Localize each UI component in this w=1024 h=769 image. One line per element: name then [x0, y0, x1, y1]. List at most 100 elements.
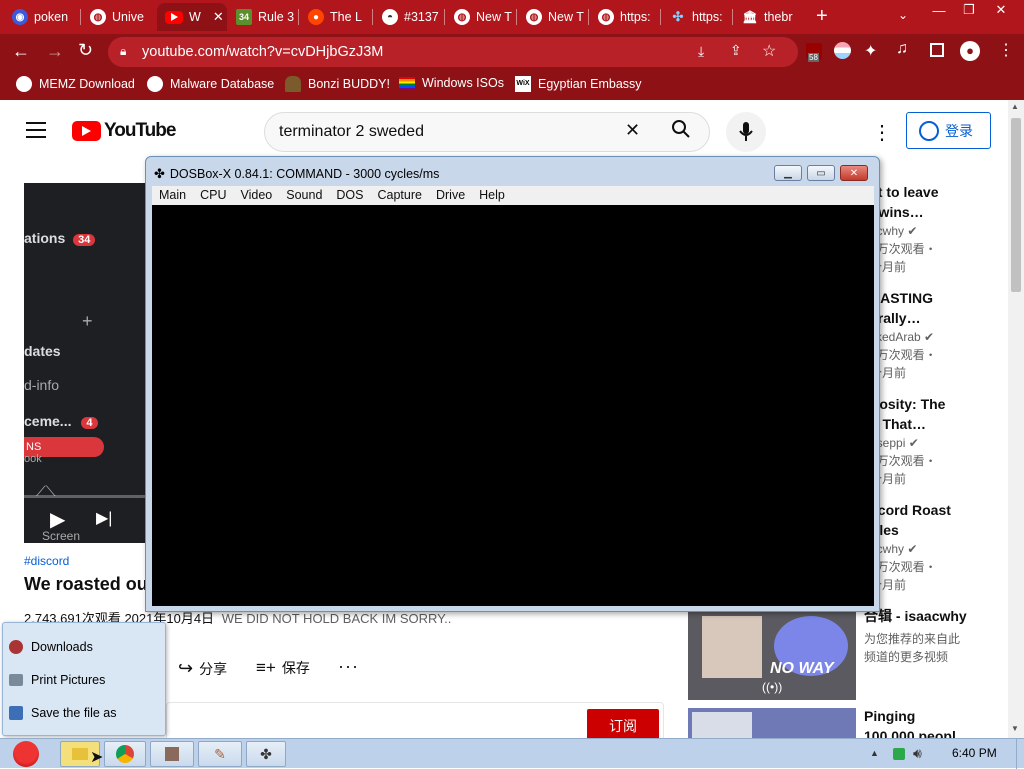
scrollbar-thumb[interactable] — [1011, 118, 1021, 292]
dosbox-app-icon: ✤ — [260, 745, 272, 762]
tab-rule[interactable]: 34 Rule 3 — [228, 3, 298, 31]
menu-sound[interactable]: Sound — [279, 186, 329, 205]
install-icon[interactable]: ⤓ — [698, 43, 704, 60]
tab-label: Unive — [112, 10, 144, 24]
menu-video[interactable]: Video — [234, 186, 280, 205]
menu-help[interactable]: Help — [472, 186, 512, 205]
folder-icon — [72, 748, 88, 760]
side-panel-icon[interactable] — [930, 43, 944, 57]
menu-item-print-pictures[interactable]: Print Pictures — [9, 668, 105, 692]
address-bar[interactable]: 🔒︎ youtube.com/watch?v=cvDHjbGzJ3M ⤓ ⇪ ☆ — [108, 37, 798, 67]
video-player[interactable]: ations 34 + dates d-info ceme... 4 NS oo… — [24, 183, 154, 543]
bookmark-windows-isos[interactable]: Windows ISOs — [399, 76, 504, 90]
description-preview[interactable]: WE DID NOT HOLD BACK IM SORRY.. — [222, 611, 452, 626]
tab-new-1[interactable]: ◍ New T — [446, 3, 516, 31]
menu-main[interactable]: Main — [152, 186, 193, 205]
dosbox-window[interactable]: ✤ DOSBox-X 0.84.1: COMMAND - 3000 cycles… — [145, 156, 880, 612]
tab-youtube-active[interactable]: W ✕ — [157, 3, 227, 31]
profile-avatar-icon[interactable]: ● — [960, 41, 980, 61]
scroll-up-arrow-icon[interactable]: ▲ — [1011, 102, 1019, 111]
dosbox-titlebar[interactable]: ✤ DOSBox-X 0.84.1: COMMAND - 3000 cycles… — [154, 166, 439, 182]
menu-item-downloads[interactable]: Downloads — [9, 635, 93, 659]
dosbox-close-button[interactable]: ✕ — [840, 165, 868, 181]
share-button[interactable]: ↪ 分享 — [178, 658, 227, 679]
clear-search-icon[interactable]: ✕ — [625, 120, 640, 141]
subscribe-button[interactable]: 订阅 — [587, 709, 659, 738]
recommendation-item[interactable]: scord Roast ttles acwhy ✔ 9万次观看・ 个月前 — [870, 500, 951, 594]
tab-new-2[interactable]: ◍ New T — [518, 3, 588, 31]
new-tab-plus-icon[interactable]: + — [816, 5, 828, 28]
dosbox-maximize-button[interactable]: ▭ — [807, 165, 835, 181]
media-control-icon[interactable]: ♫ — [896, 40, 908, 58]
menu-dos[interactable]: DOS — [329, 186, 370, 205]
start-button[interactable] — [4, 739, 48, 769]
minimize-window-button[interactable]: — — [922, 0, 956, 20]
bookmark-egyptian-embassy[interactable]: WiX Egyptian Embassy — [515, 76, 642, 92]
forward-arrow-icon[interactable]: → — [46, 41, 64, 62]
tab-reddit[interactable]: ● The L — [300, 3, 372, 31]
ublock-extension-icon[interactable]: 58 — [806, 43, 822, 62]
printer-icon — [9, 674, 23, 686]
bookmark-star-icon[interactable]: ☆ — [762, 41, 776, 61]
flag-extension-icon[interactable] — [834, 42, 851, 59]
video-hashtag-link[interactable]: #discord — [24, 554, 69, 568]
next-video-icon[interactable]: ▶| — [96, 508, 112, 528]
mix-subtitle: 为您推荐的来自此 — [864, 632, 961, 646]
tab-https-2[interactable]: ✣ https: — [662, 3, 732, 31]
settings-kebab-icon[interactable]: ⋮ — [872, 120, 892, 145]
bookmark-bonzi[interactable]: Bonzi BUDDY! — [285, 76, 390, 92]
save-button[interactable]: ≡+ 保存 — [256, 658, 310, 678]
menu-capture[interactable]: Capture — [371, 186, 429, 205]
dosbox-menubar: Main CPU Video Sound DOS Capture Drive H… — [152, 186, 874, 205]
search-input[interactable]: terminator 2 sweded ✕ — [264, 112, 710, 152]
menu-item-save-file[interactable]: Save the file as — [9, 701, 116, 725]
voice-search-mic-icon[interactable] — [726, 112, 766, 152]
recommendation-item[interactable]: st to leave : wins… acwhy ✔ 0万次观看・ 个月前 — [870, 182, 938, 276]
share-icon[interactable]: ⇪ — [730, 42, 742, 59]
reload-icon[interactable]: ↻ — [78, 40, 93, 61]
dosbox-screen[interactable] — [152, 205, 874, 606]
bookmark-memz[interactable]: MEMZ Download — [16, 76, 135, 92]
page-scrollbar[interactable]: ▲ ▼ — [1008, 100, 1024, 738]
tab-search-chevron-icon[interactable]: ⌄ — [898, 8, 908, 22]
next-thumbnail[interactable] — [688, 708, 856, 738]
tab-label: Rule 3 — [258, 10, 295, 24]
scroll-down-arrow-icon[interactable]: ▼ — [1011, 724, 1019, 733]
browser-menu-kebab-icon[interactable]: ⋮ — [998, 40, 1014, 60]
tab-github[interactable]: ◓ #3137 — [374, 3, 444, 31]
search-query-text: terminator 2 sweded — [279, 123, 424, 140]
restore-window-button[interactable]: ❐ — [952, 0, 986, 20]
show-desktop-button[interactable] — [1016, 739, 1024, 769]
youtube-logo[interactable]: YouTube — [72, 120, 176, 142]
recommendation-item[interactable]: riosity: The p That… eseppi ✔ 1万次观看・ 个月前 — [870, 394, 945, 488]
taskbar-app-1[interactable] — [150, 741, 194, 767]
hamburger-menu-icon[interactable] — [26, 122, 46, 138]
tab-https-1[interactable]: ◍ https: — [590, 3, 660, 31]
tab-thebr[interactable]: 🏛 thebr — [734, 3, 804, 31]
extensions-puzzle-icon[interactable]: ✦ — [864, 41, 877, 61]
search-icon[interactable] — [671, 119, 690, 138]
taskbar-dosbox[interactable]: ✤ — [246, 741, 286, 767]
sign-in-button[interactable]: 登录 — [906, 112, 991, 149]
mix-thumbnail[interactable]: NO WAY ((•)) — [688, 610, 856, 700]
taskbar-clock[interactable]: 6:40 PM — [952, 746, 997, 760]
progress-bar[interactable] — [24, 495, 154, 498]
close-window-button[interactable]: ✕ — [984, 0, 1018, 20]
dosbox-minimize-button[interactable]: ▁ — [774, 165, 802, 181]
back-arrow-icon[interactable]: ← — [12, 41, 30, 62]
menu-drive[interactable]: Drive — [429, 186, 472, 205]
taskbar-app-2[interactable]: ✎ — [198, 741, 242, 767]
volume-icon[interactable]: 🔊︎ — [913, 745, 922, 762]
next-video-title[interactable]: Pinging — [864, 708, 915, 724]
more-actions-icon[interactable]: ··· — [338, 656, 359, 677]
show-hidden-icons-arrow[interactable]: ▲ — [870, 748, 879, 758]
bookmark-malware-db[interactable]: Malware Database — [147, 76, 274, 92]
close-icon[interactable]: ✕ — [213, 9, 224, 25]
taskbar-chrome[interactable] — [104, 741, 146, 767]
recommendation-item[interactable]: DASTING erally… skedArab ✔ 0万次观看・ 个月前 — [870, 288, 937, 382]
tab-universal[interactable]: ◍ Unive — [82, 3, 156, 31]
tab-pokemon[interactable]: ◉ poken — [4, 3, 78, 31]
battery-icon[interactable] — [893, 748, 905, 760]
github-icon: ◓ — [382, 9, 398, 25]
menu-cpu[interactable]: CPU — [193, 186, 233, 205]
